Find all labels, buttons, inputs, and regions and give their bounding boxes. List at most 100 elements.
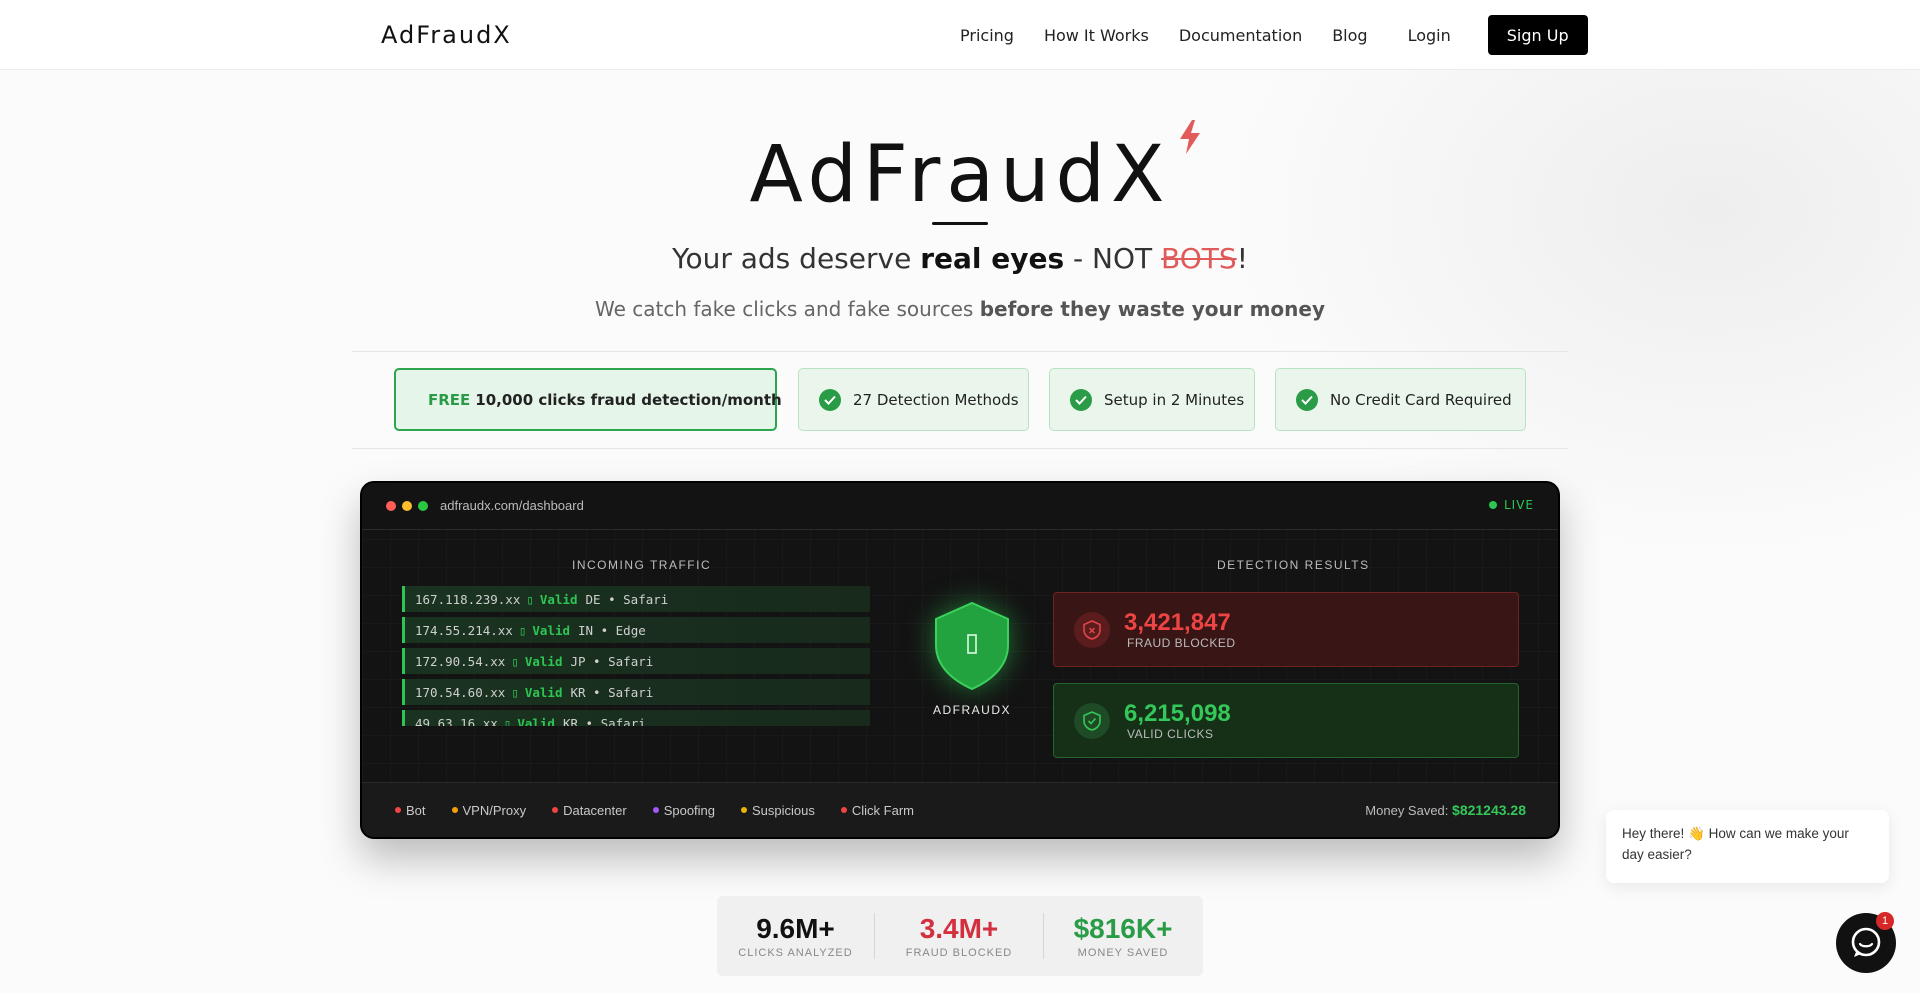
traffic-ip: 174.55.214.xx — [415, 622, 513, 638]
traffic-status: Valid — [517, 715, 555, 727]
live-dot-icon — [1488, 501, 1497, 509]
hero-tagline: Your ads deserve real eyes - NOT BOTS! — [0, 242, 1920, 275]
fraud-blocked-label: FRAUD BLOCKED — [1127, 635, 1236, 650]
incoming-traffic-title: INCOMING TRAFFIC — [572, 558, 712, 572]
chat-icon — [1851, 927, 1881, 957]
stat-label: FRAUD BLOCKED — [905, 946, 1013, 959]
legend-label: Bot — [406, 802, 426, 818]
traffic-row: 167.118.239.xx ▯ Valid DE • Safari — [402, 586, 870, 612]
tagline-mid: - NOT — [1064, 242, 1162, 275]
nav-link-pricing[interactable]: Pricing — [960, 26, 1014, 45]
hero-title: AdFraudX — [749, 130, 1171, 220]
unread-badge: 1 — [1876, 912, 1894, 930]
chat-greeting-bubble[interactable]: Hey there! 👋 How can we make your day ea… — [1606, 810, 1889, 883]
money-saved-value: $821243.28 — [1452, 802, 1526, 818]
subline-start: We catch fake clicks and fake sources — [595, 297, 980, 321]
traffic-ip: 167.118.239.xx — [415, 591, 521, 607]
top-navbar: AdFraudX Pricing How It Works Documentat… — [0, 0, 1920, 70]
maximize-dot-icon — [418, 501, 428, 511]
stat-fraud-blocked: 3.4M+ FRAUD BLOCKED — [875, 911, 1043, 961]
subline-bold: before they waste your money — [979, 297, 1325, 321]
traffic-ip: 170.54.60.xx — [415, 684, 506, 700]
legend-item-click-farm: Click Farm — [840, 802, 914, 818]
stat-clicks-analyzed: 9.6M+ CLICKS ANALYZED — [717, 911, 874, 961]
valid-clicks-label: VALID CLICKS — [1127, 726, 1214, 741]
signup-button[interactable]: Sign Up — [1487, 15, 1588, 55]
legend-dot-icon — [840, 807, 847, 813]
stat-value: 3.4M+ — [919, 912, 999, 944]
legend-item-spoofing: Spoofing — [652, 802, 716, 818]
legend-item-datacenter: Datacenter — [552, 803, 627, 818]
feature-pill-setup: Setup in 2 Minutes — [1049, 368, 1255, 431]
shield-icon — [935, 601, 1009, 691]
traffic-feed: 167.118.239.xx ▯ Valid DE • Safari 174.55.2… — [402, 586, 870, 726]
traffic-status: Valid — [524, 653, 563, 669]
stat-label: MONEY SAVED — [1077, 946, 1169, 959]
detection-results-title: DETECTION RESULTS — [1217, 558, 1370, 572]
traffic-row: 174.55.214.xx ▯ Valid IN • Edge — [402, 617, 870, 643]
traffic-ip: 49.63.16.xx — [415, 715, 498, 727]
check-icon: ▯ — [511, 653, 519, 669]
legend-label: Spoofing — [663, 802, 716, 818]
tagline-end: ! — [1236, 242, 1248, 275]
free-label: FREE — [428, 390, 471, 409]
live-label: LIVE — [1503, 498, 1534, 512]
fraud-blocked-card: 3,421,847 FRAUD BLOCKED — [1053, 592, 1519, 667]
free-tier-text: 10,000 clicks fraud detection/month — [475, 390, 782, 409]
feature-label: No Credit Card Required — [1330, 390, 1512, 409]
stat-label: CLICKS ANALYZED — [738, 946, 853, 959]
traffic-row: 172.90.54.xx ▯ Valid JP • Safari — [402, 648, 870, 674]
check-icon: ▯ — [518, 622, 527, 638]
stat-money-saved: $816K+ MONEY SAVED — [1044, 911, 1202, 961]
hero-subline: We catch fake clicks and fake sources be… — [0, 297, 1920, 321]
legend-dot-icon — [741, 807, 748, 813]
stats-bar: 9.6M+ CLICKS ANALYZED 3.4M+ FRAUD BLOCKE… — [717, 896, 1203, 976]
nav-link-blog[interactable]: Blog — [1332, 26, 1367, 45]
check-circle-icon — [1296, 388, 1318, 411]
traffic-info: JP • Safari — [570, 653, 654, 669]
traffic-info: DE • Safari — [585, 591, 669, 607]
money-saved: Money Saved: $821243.28 — [1365, 802, 1526, 818]
nav-links: Pricing How It Works Documentation Blog … — [960, 0, 1588, 70]
shield-emblem: ADFRAUDX — [922, 601, 1022, 717]
legend-label: Datacenter — [563, 802, 627, 818]
stat-value: 9.6M+ — [756, 912, 835, 944]
window-titlebar: adfraudx.com/dashboard LIVE — [362, 483, 1558, 530]
tagline-bold: real eyes — [920, 242, 1065, 275]
divider-top — [352, 351, 1568, 352]
tagline-strike: BOTS — [1161, 242, 1237, 275]
login-link[interactable]: Login — [1408, 26, 1451, 45]
feature-label: 27 Detection Methods — [853, 390, 1019, 409]
traffic-info: KR • Safari — [570, 684, 654, 700]
traffic-row: 170.54.60.xx ▯ Valid KR • Safari — [402, 679, 870, 705]
dashboard-footer: Bot VPN/Proxy Datacenter Spoofing Suspic… — [362, 782, 1558, 837]
nav-link-how-it-works[interactable]: How It Works — [1044, 26, 1149, 45]
feature-pill-detection-methods: 27 Detection Methods — [798, 368, 1029, 431]
shield-check-icon — [1074, 702, 1110, 739]
dashboard-url: adfraudx.com/dashboard — [440, 498, 584, 513]
legend-item-bot: Bot — [395, 803, 426, 818]
check-icon: ▯ — [503, 715, 512, 727]
legend-dot-icon — [652, 807, 659, 813]
divider-bottom — [352, 448, 1568, 449]
check-circle-icon — [1070, 388, 1092, 411]
logo[interactable]: AdFraudX — [381, 21, 512, 49]
legend-dot-icon — [451, 807, 458, 813]
legend-label: Click Farm — [851, 802, 914, 818]
close-dot-icon — [386, 501, 396, 511]
legend-label: Suspicious — [752, 802, 815, 818]
nav-link-documentation[interactable]: Documentation — [1179, 26, 1302, 45]
legend-dot-icon — [552, 807, 559, 813]
legend-label: VPN/Proxy — [462, 802, 527, 818]
check-icon: ▯ — [511, 684, 519, 700]
traffic-ip: 172.90.54.xx — [415, 653, 506, 669]
traffic-status: Valid — [539, 591, 578, 607]
money-saved-label: Money Saved: — [1365, 803, 1449, 818]
free-tier-pill[interactable]: FREE 10,000 clicks fraud detection/month — [394, 368, 782, 431]
stat-value: $816K+ — [1073, 912, 1173, 944]
valid-clicks-value: 6,215,098 — [1124, 699, 1231, 727]
tagline-start: Your ads deserve — [672, 242, 921, 275]
shield-label: ADFRAUDX — [932, 703, 1011, 717]
check-icon: ▯ — [526, 591, 534, 607]
traffic-info: KR • Safari — [562, 715, 646, 727]
